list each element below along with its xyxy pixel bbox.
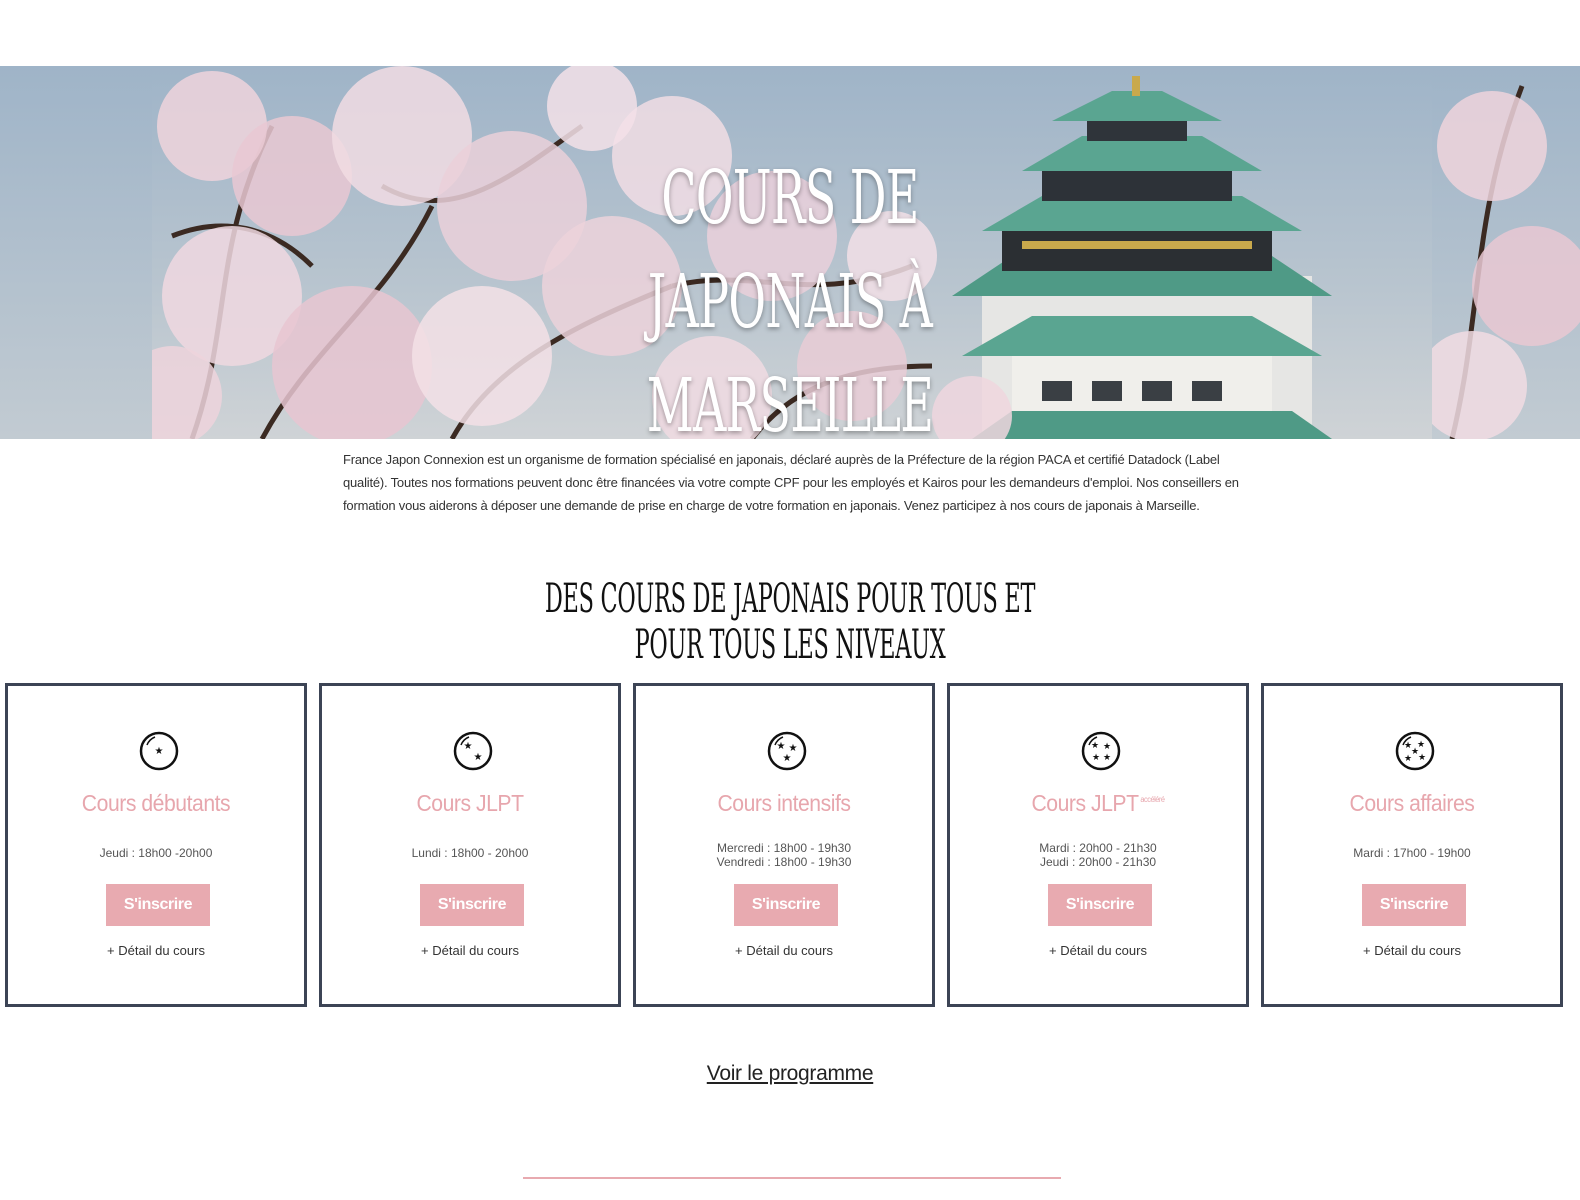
svg-text:★: ★ [777,741,786,752]
card-schedule: Lundi : 18h00 - 20h00 [322,846,618,860]
schedule-line: Lundi : 18h00 - 20h00 [411,846,529,860]
svg-text:★: ★ [1103,742,1111,752]
signup-button[interactable]: S'inscrire [420,884,524,926]
card-title-text: Cours JLPT [1031,790,1139,816]
card-title: Cours JLPT [334,790,606,817]
hero-side-image-left [0,66,152,439]
signup-button[interactable]: S'inscrire [734,884,838,926]
section-title: Des cours de japonais pour tous et pour … [544,576,1036,668]
card-schedule: Mardi : 17h00 - 19h00 [1264,846,1560,860]
card-title: Cours affaires [1276,790,1548,817]
dragon-ball-star-icon: ★★ [453,731,493,771]
card-title-text: Cours affaires [1349,790,1475,816]
schedule-line: Vendredi : 18h00 - 19h30 [716,855,852,869]
signup-button[interactable]: S'inscrire [1048,884,1152,926]
card-title-text: Cours JLPT [416,790,524,816]
card-schedule: Mercredi : 18h00 - 19h30 Vendredi : 18h00… [636,841,932,869]
card-title: Cours intensifs [648,790,920,817]
card-title-text: Cours débutants [81,790,231,816]
course-card: ★ ★ ★ ★ ★ Cours affaires Mardi : 17h00 - 19h00… [1261,683,1563,1007]
page-title-line1: Cours de japonais à [647,155,933,345]
course-detail-link[interactable]: + Détail du cours [322,943,618,958]
card-schedule: Mardi : 20h00 - 21h30 Jeudi : 20h00 - 21h… [950,841,1246,869]
course-card: ★ ★ Cours JLPT Lundi : 18h00 - 20h00 S'inscr… [319,683,621,1007]
card-title: Cours JLPT accéléré [962,790,1234,817]
course-cards: ★ Cours débutants Jeudi : 18h00 -20h00 S'in… [5,683,1580,1011]
card-title-suffix: accéléré [1140,795,1165,805]
svg-text:★: ★ [1418,753,1426,763]
page-title-line2: Marseille [646,363,934,439]
card-schedule: Jeudi : 18h00 -20h00 [8,846,304,860]
svg-text:★: ★ [783,753,792,764]
signup-button[interactable]: S'inscrire [1362,884,1466,926]
hero-banner: Cours de japonais à Marseille [0,66,1580,439]
course-card: ★ Cours débutants Jeudi : 18h00 -20h00 S'in… [5,683,307,1007]
svg-text:★: ★ [474,752,483,763]
schedule-line: Jeudi : 18h00 -20h00 [99,846,213,860]
svg-text:★: ★ [1404,754,1412,764]
card-title: Cours débutants [20,790,292,817]
program-link[interactable]: Voir le programme [690,1062,890,1086]
svg-text:★: ★ [1091,741,1099,751]
svg-text:★: ★ [1092,753,1100,763]
page-title: Cours de japonais à Marseille [542,146,1038,439]
schedule-line: Jeudi : 20h00 - 21h30 [1039,855,1157,869]
dragon-ball-star-icon: ★ ★★ ★ [1081,731,1121,771]
course-card: ★ ★ ★ Cours intensifs Mercredi : 18h00 - 19h… [633,683,935,1007]
course-card: ★ ★ ★ ★ Cours JLPT accéléré Mardi : 20h00 - 21… [947,683,1249,1007]
course-detail-link[interactable]: + Détail du cours [1264,943,1560,958]
dragon-ball-star-icon: ★ [139,731,179,771]
course-detail-link[interactable]: + Détail du cours [8,943,304,958]
dragon-ball-star-icon: ★ ★★★ ★ [1395,731,1435,771]
divider [523,1177,1061,1179]
course-detail-link[interactable]: + Détail du cours [636,943,932,958]
schedule-line: Mardi : 17h00 - 19h00 [1353,846,1471,860]
card-title-text: Cours intensifs [717,790,851,816]
svg-text:★: ★ [155,746,164,757]
schedule-line: Mardi : 20h00 - 21h30 [1039,841,1157,855]
svg-text:★: ★ [1103,753,1111,763]
dragon-ball-star-icon: ★ ★★ [767,731,807,771]
signup-button[interactable]: S'inscrire [106,884,210,926]
schedule-line: Mercredi : 18h00 - 19h30 [716,841,852,855]
course-detail-link[interactable]: + Détail du cours [950,943,1246,958]
hero-side-image-right [1432,66,1580,439]
intro-paragraph: France Japon Connexion est un organisme … [343,452,1239,513]
svg-text:★: ★ [464,741,473,752]
